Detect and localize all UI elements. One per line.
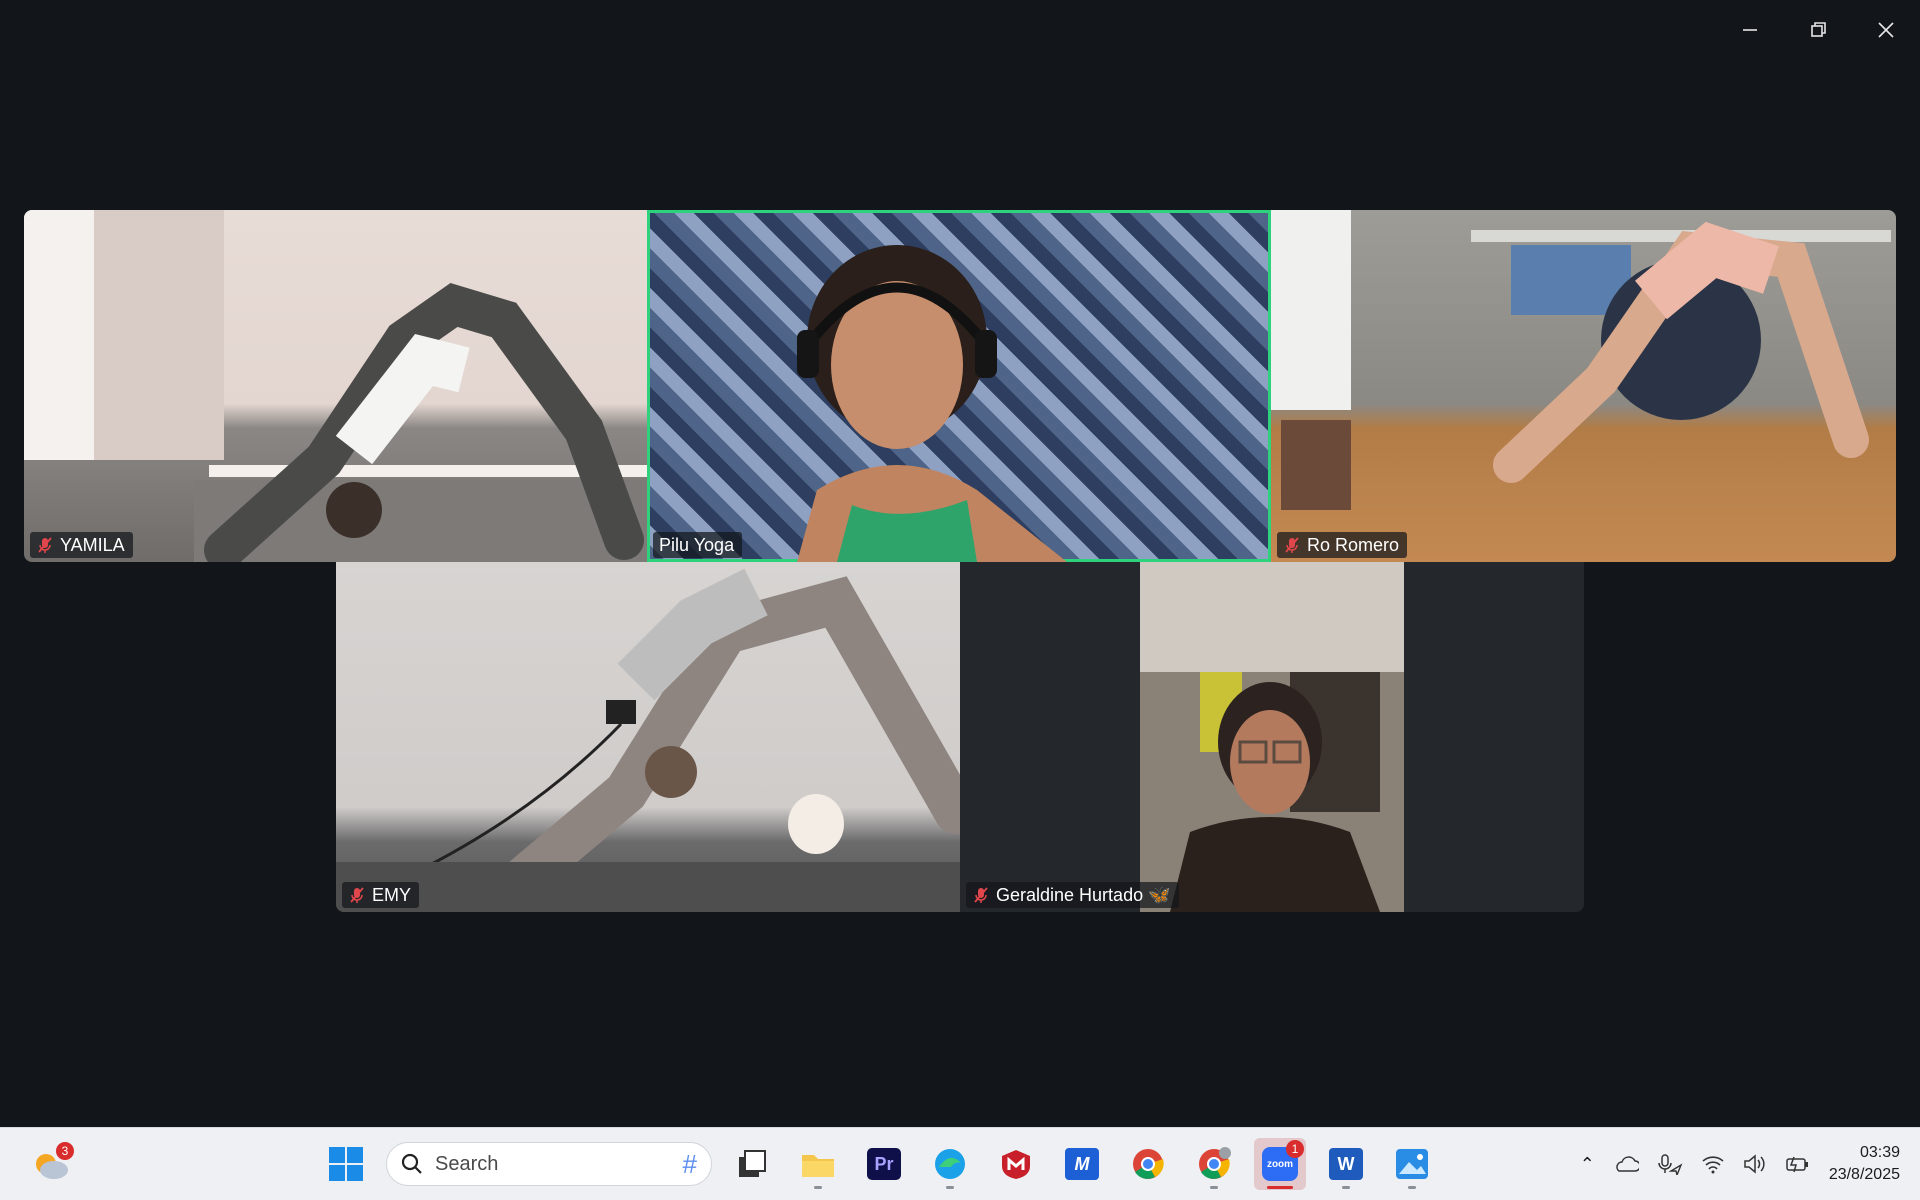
- active-indicator: [1267, 1186, 1293, 1189]
- clock-date: 23/8/2025: [1828, 1166, 1900, 1183]
- onedrive-icon[interactable]: [1613, 1155, 1639, 1173]
- malwarebytes-icon: M: [1065, 1148, 1099, 1180]
- word-icon: W: [1329, 1148, 1363, 1180]
- chevron-up-icon[interactable]: ⌃: [1580, 1154, 1595, 1175]
- video-tile-emy[interactable]: EMY: [336, 562, 960, 912]
- running-indicator: [814, 1186, 822, 1189]
- mcafee-button[interactable]: [990, 1138, 1042, 1190]
- system-tray: ⌃ 03:39 23/8/2025: [1580, 1138, 1900, 1190]
- mic-off-icon: [350, 887, 364, 903]
- edge-button[interactable]: [924, 1138, 976, 1190]
- window-controls: [1716, 0, 1920, 60]
- participant-name: Pilu Yoga: [659, 534, 735, 555]
- task-view-button[interactable]: [726, 1138, 778, 1190]
- zoom-button[interactable]: zoom 1: [1254, 1138, 1306, 1190]
- microphone-location-icon[interactable]: [1657, 1153, 1683, 1175]
- photos-icon: [1396, 1149, 1428, 1179]
- pilu-video-frame: [797, 245, 1067, 562]
- participant-name: Geraldine Hurtado 🦋: [996, 884, 1171, 905]
- running-indicator: [1408, 1186, 1416, 1189]
- windows-icon: [329, 1147, 363, 1181]
- start-button[interactable]: [320, 1138, 372, 1190]
- chrome-icon: [1133, 1149, 1164, 1179]
- close-icon: [1878, 22, 1894, 38]
- restore-button[interactable]: [1784, 0, 1852, 60]
- edge-icon: [935, 1149, 965, 1179]
- photos-button[interactable]: [1386, 1138, 1438, 1190]
- premiere-pro-button[interactable]: Pr: [858, 1138, 910, 1190]
- emy-video-frame: [336, 568, 960, 912]
- chrome-button[interactable]: [1122, 1138, 1174, 1190]
- task-view-icon: [739, 1150, 766, 1177]
- participant-label: EMY: [342, 882, 420, 908]
- search-highlight-icon: #: [682, 1148, 697, 1179]
- geraldine-video-frame: [1140, 562, 1404, 912]
- yamila-video-frame: [24, 210, 647, 562]
- wifi-icon[interactable]: [1701, 1154, 1725, 1174]
- video-tile-ro-romero[interactable]: Ro Romero: [1271, 210, 1896, 562]
- zoom-badge: 1: [1286, 1140, 1304, 1158]
- participant-name: Ro Romero: [1307, 534, 1400, 555]
- ro-romero-video-frame: [1271, 210, 1891, 510]
- premiere-pro-icon: Pr: [867, 1148, 901, 1180]
- restore-icon: [1811, 22, 1826, 37]
- weather-badge: 3: [56, 1142, 74, 1160]
- taskbar-apps: Search # Pr M zoom 1 W: [320, 1138, 1438, 1190]
- participant-name: YAMILA: [60, 534, 125, 555]
- mic-off-icon: [974, 887, 988, 903]
- weather-widget[interactable]: 3: [28, 1140, 76, 1188]
- chrome-profile-button[interactable]: [1188, 1138, 1240, 1190]
- file-explorer-button[interactable]: [792, 1138, 844, 1190]
- running-indicator: [1210, 1186, 1218, 1189]
- word-button[interactable]: W: [1320, 1138, 1372, 1190]
- running-indicator: [946, 1186, 954, 1189]
- clock-time: 03:39: [1859, 1144, 1900, 1161]
- chrome-profile-icon: [1199, 1147, 1231, 1179]
- search-placeholder: Search: [435, 1152, 499, 1175]
- video-tile-yamila[interactable]: YAMILA: [24, 210, 647, 562]
- participant-label: Pilu Yoga: [653, 532, 743, 558]
- search-box[interactable]: Search #: [386, 1142, 712, 1186]
- participant-label: YAMILA: [30, 532, 133, 558]
- close-button[interactable]: [1852, 0, 1920, 60]
- video-tile-geraldine-hurtado[interactable]: Geraldine Hurtado 🦋: [960, 562, 1584, 912]
- participant-label: Geraldine Hurtado 🦋: [966, 882, 1179, 908]
- participant-name: EMY: [372, 884, 412, 905]
- search-icon: [401, 1153, 422, 1174]
- taskbar: 3 Search # Pr M zoom 1 W ⌃ 03:39 23/8/20…: [0, 1127, 1920, 1200]
- mcafee-icon: [1002, 1150, 1030, 1179]
- minimize-icon: [1743, 29, 1757, 31]
- clock[interactable]: 03:39 23/8/2025: [1829, 1142, 1900, 1186]
- battery-icon[interactable]: [1785, 1154, 1811, 1174]
- mic-off-icon: [1285, 537, 1299, 553]
- minimize-button[interactable]: [1716, 0, 1784, 60]
- video-tile-pilu-yoga[interactable]: Pilu Yoga: [647, 210, 1271, 562]
- malwarebytes-button[interactable]: M: [1056, 1138, 1108, 1190]
- participant-label: Ro Romero: [1277, 532, 1408, 558]
- mic-off-icon: [38, 537, 52, 553]
- running-indicator: [1342, 1186, 1350, 1189]
- folder-icon: [802, 1155, 834, 1177]
- volume-icon[interactable]: [1743, 1154, 1767, 1174]
